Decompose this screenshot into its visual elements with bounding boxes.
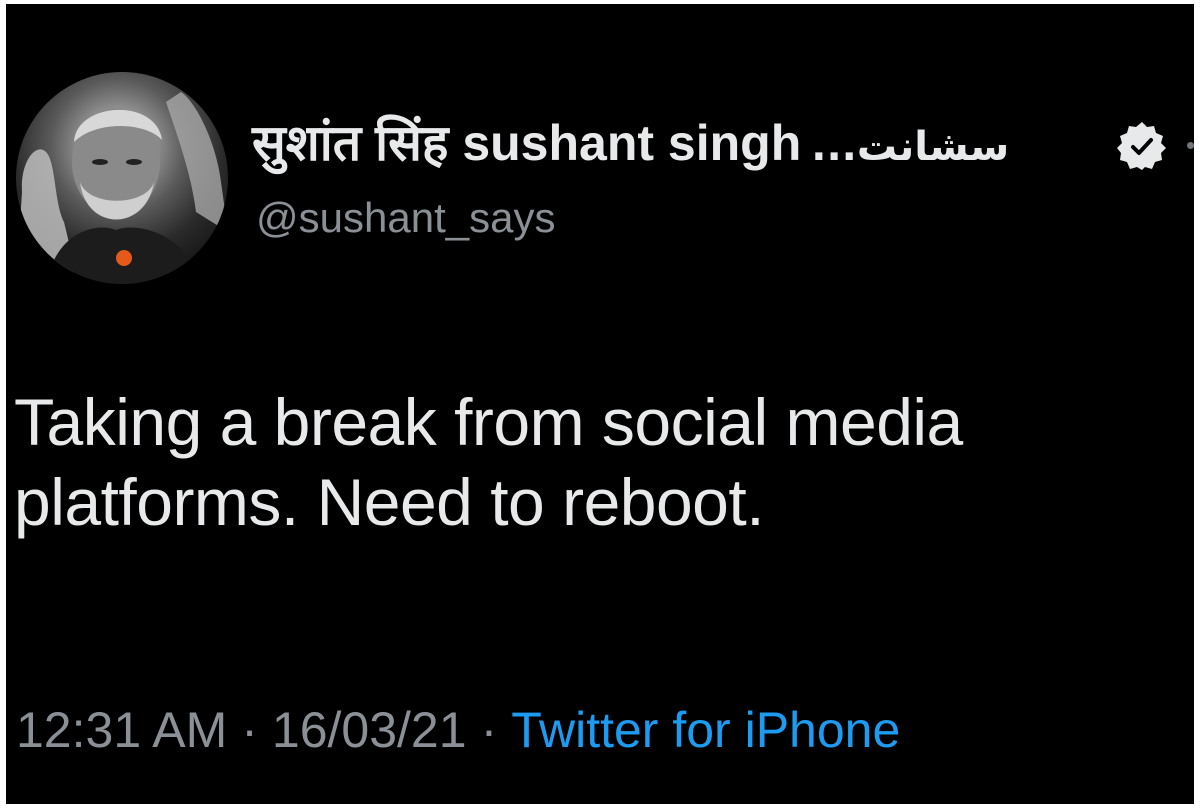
verified-badge-icon [1117,122,1166,170]
tweet-text-line: Taking a break from social media [14,385,963,459]
author-handle[interactable]: @sushant_says [256,192,555,244]
tweet-metadata: 12:31 AM · 16/03/21 · Twitter for iPhone [16,700,900,760]
more-options-icon[interactable] [1187,142,1194,149]
separator-dot: · [241,702,258,758]
tweet-card: सुशांत सिंह sushant singh ...سشانت @susha… [6,4,1194,804]
tweet-source-link[interactable]: Twitter for iPhone [511,702,900,758]
tweet-text: Taking a break from social media platfor… [14,382,1194,542]
tweet-date[interactable]: 16/03/21 [272,702,467,758]
display-name-suffix: ...سشانت [811,124,1010,170]
author-display-name[interactable]: सुशांत सिंह sushant singh ...سشانت [252,112,1009,178]
author-avatar[interactable] [16,72,228,284]
tweet-time[interactable]: 12:31 AM [16,702,227,758]
separator-dot: · [480,702,498,758]
tweet-text-line: platforms. Need to reboot. [14,465,765,539]
display-name-text: सुशांत सिंह sushant singh [252,115,802,171]
avatar-image [16,92,228,284]
